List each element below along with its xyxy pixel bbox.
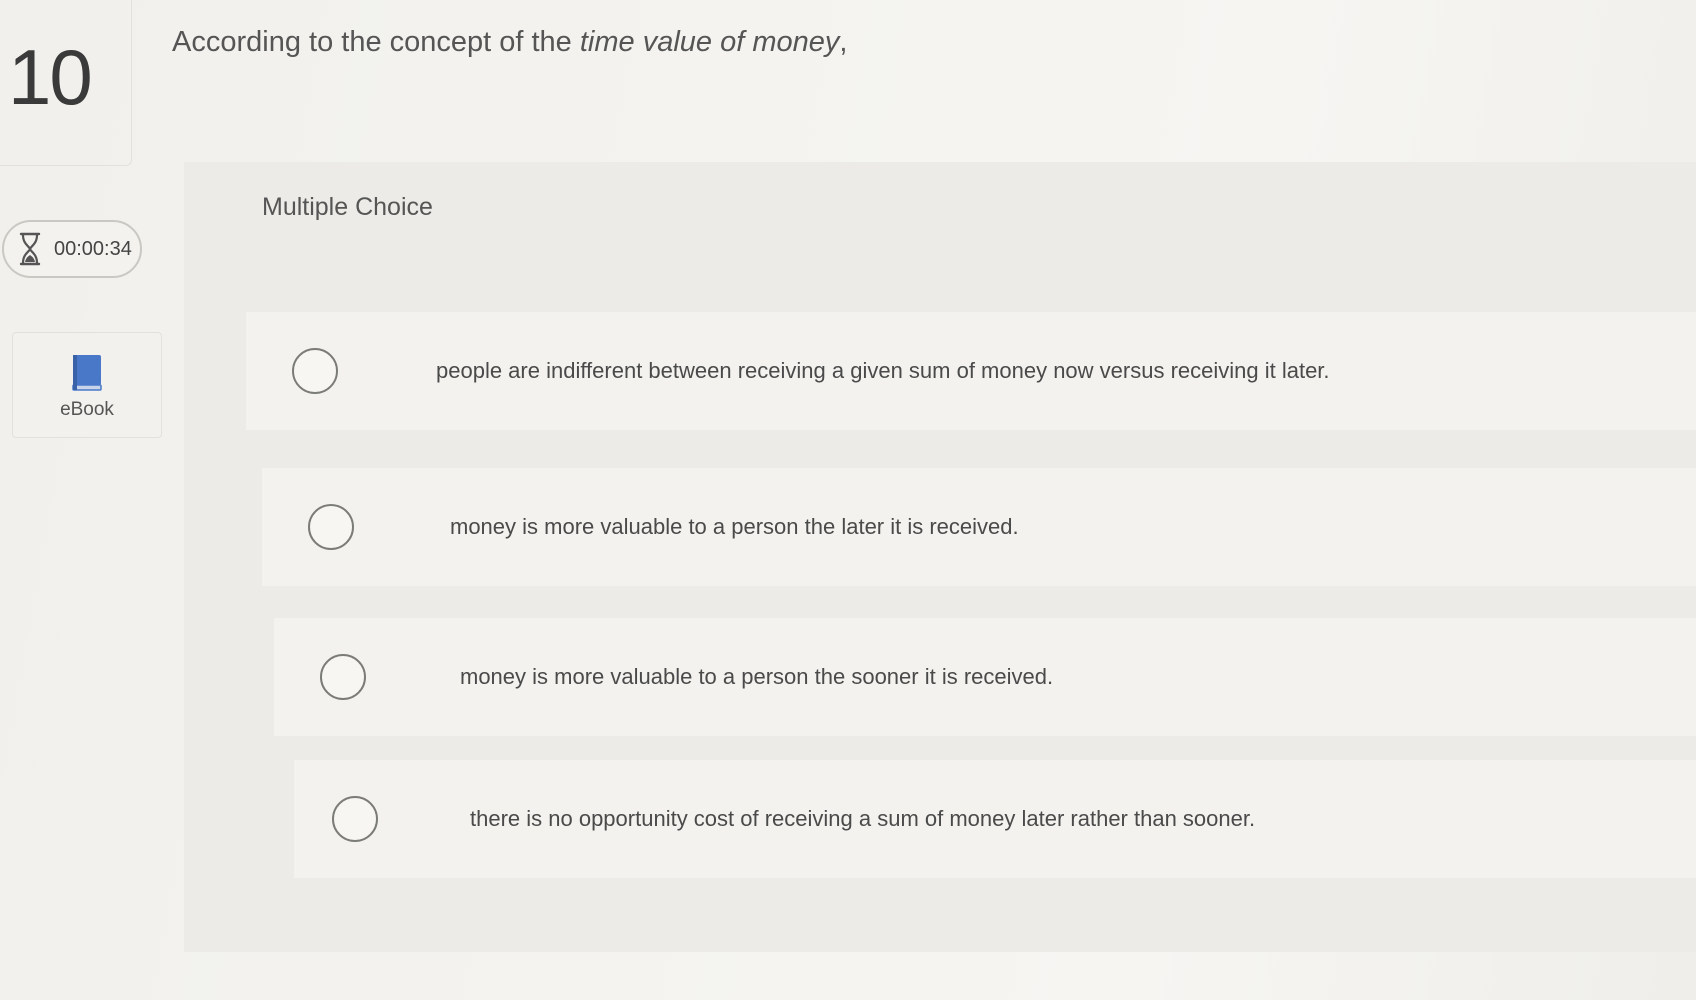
radio-button[interactable] — [292, 348, 338, 394]
choice-text: money is more valuable to a person the s… — [460, 664, 1054, 689]
timer-value: 00:00:34 — [54, 237, 132, 260]
prompt-emphasis: time value of money — [579, 26, 840, 58]
ebook-label: eBook — [60, 399, 114, 420]
choice-text: money is more valuable to a person the l… — [450, 514, 1019, 539]
prompt-text: According to the concept of the — [172, 26, 580, 58]
choice-option-b[interactable]: money is more valuable to a person the l… — [262, 468, 1696, 586]
choice-option-a[interactable]: people are indifferent between receiving… — [246, 312, 1696, 430]
question-number-box: 10 — [0, 0, 132, 166]
choice-text: people are indifferent between receiving… — [436, 358, 1330, 383]
ebook-button[interactable]: eBook — [12, 332, 162, 438]
question-type-label: Multiple Choice — [262, 193, 433, 221]
hourglass-icon — [19, 232, 41, 266]
prompt-suffix: , — [839, 26, 848, 58]
question-number: 10 — [8, 33, 93, 121]
choice-text: there is no opportunity cost of receivin… — [470, 806, 1256, 831]
radio-button[interactable] — [308, 504, 354, 550]
choice-option-d[interactable]: there is no opportunity cost of receivin… — [294, 760, 1696, 878]
book-icon — [72, 355, 102, 391]
timer-pill[interactable]: 00:00:34 — [2, 220, 142, 278]
choice-option-c[interactable]: money is more valuable to a person the s… — [274, 618, 1696, 736]
radio-button[interactable] — [332, 796, 378, 842]
question-prompt: According to the concept of the time val… — [172, 26, 847, 59]
radio-button[interactable] — [320, 654, 366, 700]
